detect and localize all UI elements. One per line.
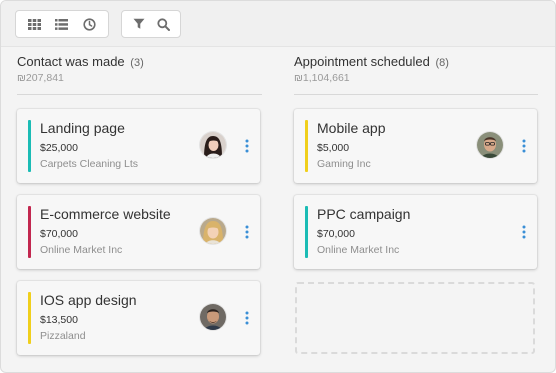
- column-title: Contact was made (3): [17, 54, 144, 69]
- filter-icon: [133, 18, 145, 29]
- pipeline-board: Contact was made (3) ₪207,841 Appointmen…: [0, 0, 556, 373]
- deal-amount: $70,000: [317, 228, 355, 240]
- search-icon: [156, 17, 170, 31]
- grid-icon: [28, 18, 42, 30]
- more-options-icon[interactable]: [242, 225, 252, 239]
- deal-company: Pizzaland: [40, 330, 86, 342]
- deal-title: IOS app design: [40, 292, 137, 308]
- deal-company: Online Market Inc: [317, 244, 400, 256]
- user-avatar-icon: [200, 304, 226, 330]
- deal-company: Online Market Inc: [40, 244, 123, 256]
- avatar[interactable]: [200, 218, 226, 244]
- deal-card[interactable]: Landing page $25,000 Carpets Cleaning Lt…: [17, 109, 260, 183]
- deal-amount: $13,500: [40, 314, 78, 326]
- avatar[interactable]: [200, 132, 226, 158]
- deal-color-bar: [305, 206, 308, 258]
- more-options-icon[interactable]: [519, 139, 529, 153]
- column-divider: [294, 94, 538, 95]
- list-view-button[interactable]: [51, 13, 73, 35]
- column-title-text: Appointment scheduled: [294, 54, 430, 69]
- deal-color-bar: [305, 120, 308, 172]
- deal-color-bar: [28, 206, 31, 258]
- card-drop-zone[interactable]: [295, 282, 535, 354]
- grid-view-button[interactable]: [24, 13, 46, 35]
- deal-color-bar: [28, 120, 31, 172]
- column-title: Appointment scheduled (8): [294, 54, 449, 69]
- more-options-icon[interactable]: [242, 139, 252, 153]
- filter-button[interactable]: [128, 13, 150, 35]
- avatar[interactable]: [200, 304, 226, 330]
- column-count: (8): [435, 57, 449, 69]
- deal-company: Carpets Cleaning Lts: [40, 158, 139, 170]
- column-count: (3): [130, 57, 144, 69]
- deal-card[interactable]: E-commerce website $70,000 Online Market…: [17, 195, 260, 269]
- deal-company: Gaming Inc: [317, 158, 371, 170]
- deal-card[interactable]: Mobile app $5,000 Gaming Inc: [294, 109, 537, 183]
- toolbar: [1, 1, 555, 47]
- clock-icon: [83, 17, 96, 31]
- list-icon: [55, 18, 69, 30]
- user-avatar-icon: [477, 132, 503, 158]
- deal-card[interactable]: IOS app design $13,500 Pizzaland: [17, 281, 260, 355]
- column-total: ₪1,104,661: [294, 72, 350, 84]
- deal-card[interactable]: PPC campaign $70,000 Online Market Inc: [294, 195, 537, 269]
- deal-color-bar: [28, 292, 31, 344]
- deal-title: Mobile app: [317, 120, 386, 136]
- deal-amount: $25,000: [40, 142, 78, 154]
- view-switcher: [15, 10, 109, 38]
- timeline-view-button[interactable]: [78, 13, 100, 35]
- deal-amount: $5,000: [317, 142, 350, 154]
- filter-search-group: [121, 10, 181, 38]
- deal-amount: $70,000: [40, 228, 78, 240]
- user-avatar-icon: [200, 132, 226, 158]
- column-divider: [17, 94, 262, 95]
- more-options-icon[interactable]: [519, 225, 529, 239]
- deal-title: PPC campaign: [317, 206, 411, 222]
- search-button[interactable]: [152, 13, 174, 35]
- deal-title: E-commerce website: [40, 206, 171, 222]
- column-title-text: Contact was made: [17, 54, 125, 69]
- user-avatar-icon: [200, 218, 226, 244]
- more-options-icon[interactable]: [242, 311, 252, 325]
- deal-title: Landing page: [40, 120, 125, 136]
- avatar[interactable]: [477, 132, 503, 158]
- column-total: ₪207,841: [17, 72, 64, 84]
